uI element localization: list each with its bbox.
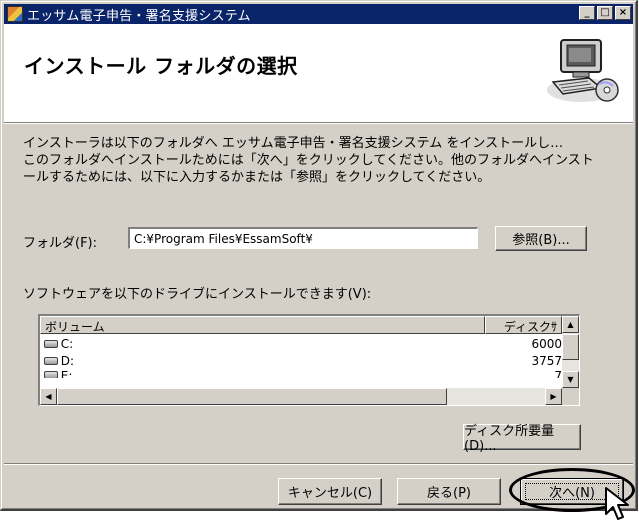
- scroll-left-arrow-icon[interactable]: ◀: [40, 388, 57, 405]
- folder-label: フォルダ(F):: [23, 236, 98, 251]
- close-button[interactable]: ×: [615, 6, 631, 20]
- scrollbar-corner: [562, 388, 579, 405]
- column-header-disk-size[interactable]: ディスクｻ: [485, 316, 562, 334]
- hard-drive-icon: [44, 339, 58, 348]
- vertical-scrollbar[interactable]: ▲ ▼: [562, 316, 579, 388]
- computer-cd-icon: [547, 39, 619, 102]
- drive-volume: E:: [60, 369, 73, 378]
- installer-window: エッサム電子申告・署名支援システム _ □ × インストール フォルダの選択 イ…: [0, 0, 638, 511]
- intro-line-1: インストーラは以下のフォルダへ エッサム電子申告・署名支援システム をインストー…: [23, 136, 564, 151]
- column-header-volume[interactable]: ボリューム: [40, 316, 485, 334]
- drive-size: 3757: [531, 353, 563, 368]
- mouse-pointer-icon: [605, 487, 629, 520]
- banner-divider: [4, 123, 633, 124]
- drive-list-header: ボリューム ディスクｻ: [40, 316, 562, 334]
- list-item[interactable]: E: 7: [40, 369, 562, 378]
- drive-list[interactable]: ボリューム ディスクｻ C: 6000 D: 3757 E: 7 ▲ ▼ ◀ ▶: [38, 314, 580, 406]
- drive-volume: C:: [60, 336, 74, 351]
- header-banner: インストール フォルダの選択: [4, 24, 633, 123]
- drives-label: ソフトウェアを以下のドライブにインストールできます(V):: [23, 287, 372, 302]
- maximize-button[interactable]: □: [597, 6, 613, 20]
- list-item[interactable]: D: 3757: [40, 352, 562, 369]
- scroll-down-arrow-icon[interactable]: ▼: [562, 371, 579, 388]
- page-title: インストール フォルダの選択: [24, 54, 298, 78]
- title-bar: エッサム電子申告・署名支援システム _ □ ×: [4, 4, 633, 24]
- folder-path-input[interactable]: [128, 227, 478, 249]
- intro-line-2: このフォルダへインストールためには「次へ」をクリックしてください。他のフォルダへ…: [23, 153, 594, 168]
- drive-rows: C: 6000 D: 3757 E: 7: [40, 335, 562, 378]
- disk-cost-button[interactable]: ディスク所要量(D)...: [463, 424, 581, 454]
- footer-divider-highlight: [4, 464, 633, 465]
- intro-text: インストーラは以下のフォルダへ エッサム電子申告・署名支援システム をインストー…: [23, 135, 623, 186]
- cancel-button[interactable]: キャンセル(C): [278, 478, 382, 505]
- drive-size: 7: [554, 369, 562, 378]
- drive-volume: D:: [60, 353, 75, 368]
- horizontal-scrollbar[interactable]: ◀ ▶: [40, 388, 562, 405]
- window-controls: _ □ ×: [577, 6, 631, 20]
- horizontal-scroll-thumb[interactable]: [57, 388, 447, 405]
- minimize-button[interactable]: _: [579, 6, 595, 20]
- installer-app-icon: [7, 6, 23, 22]
- intro-line-3: ールするためには、以下に入力するかまたは「参照」をクリックしてください。: [23, 170, 491, 185]
- scroll-up-arrow-icon[interactable]: ▲: [562, 316, 579, 333]
- back-button[interactable]: 戻る(P): [397, 478, 501, 505]
- vertical-scroll-thumb[interactable]: [562, 334, 579, 360]
- scroll-right-arrow-icon[interactable]: ▶: [545, 388, 562, 405]
- hard-drive-icon: [44, 356, 58, 365]
- window-title: エッサム電子申告・署名支援システム: [27, 8, 251, 24]
- hard-drive-icon: [44, 371, 58, 378]
- browse-button[interactable]: 参照(B)...: [495, 226, 587, 251]
- list-item[interactable]: C: 6000: [40, 335, 562, 352]
- drive-size: 6000: [531, 336, 563, 351]
